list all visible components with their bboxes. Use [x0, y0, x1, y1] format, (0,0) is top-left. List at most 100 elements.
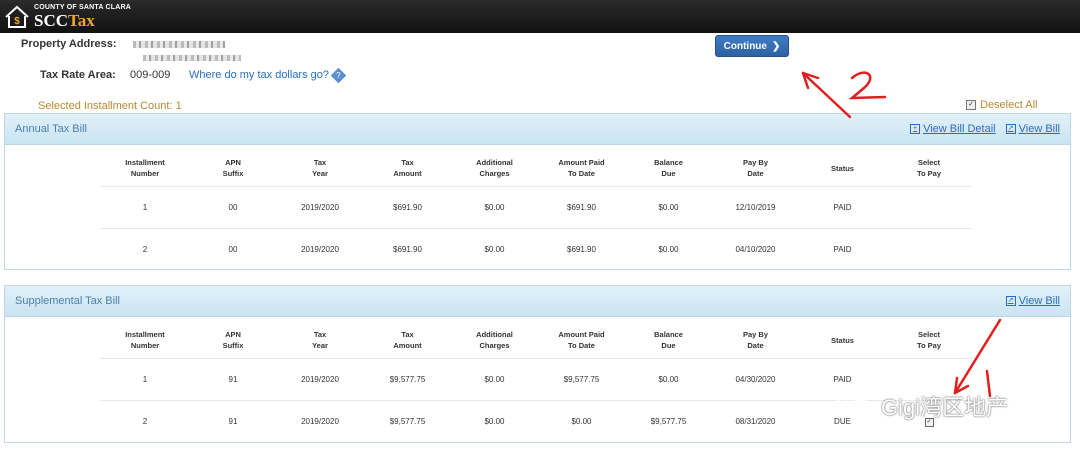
cell-installment: 2	[100, 228, 190, 270]
supplemental-panel-title: Supplemental Tax Bill	[15, 295, 120, 307]
table-row: 2 00 2019/2020 $691.90 $0.00 $691.90 $0.00 04/1…	[100, 228, 972, 270]
cell-amount: $9,577.75	[364, 400, 451, 442]
supplemental-bill-table: Installment Number APN Suffix Tax Year Tax Amou…	[100, 322, 972, 442]
cell-balance: $0.00	[625, 186, 712, 229]
column-header: Tax Year	[312, 330, 328, 350]
cell-apn: 91	[190, 400, 276, 442]
watermark-text: Gigi湾区地产	[881, 395, 1009, 420]
column-header: Installment Number	[125, 330, 165, 350]
column-header: Status	[831, 163, 854, 173]
column-header: APN Suffix	[222, 158, 244, 178]
cell-installment: 1	[100, 358, 190, 401]
cell-amount: $691.90	[364, 228, 451, 270]
cell-installment: 1	[100, 186, 190, 229]
cell-charges: $0.00	[451, 186, 538, 229]
view-bill-detail-link[interactable]: + View Bill Detail	[910, 123, 996, 135]
column-header: Select To Pay	[916, 330, 942, 350]
tax-rate-area-label: Tax Rate Area:	[40, 69, 116, 81]
column-header: Tax Year	[312, 158, 328, 178]
cell-installment: 2	[100, 400, 190, 442]
cell-apn: 00	[190, 186, 276, 229]
tax-dollars-link-text: Where do my tax dollars go?	[189, 69, 330, 81]
watermark: Gigi湾区地产	[835, 390, 1008, 422]
annual-panel-header: Annual Tax Bill + View Bill Detail ↗ View …	[5, 114, 1070, 145]
cell-paid: $691.90	[538, 228, 625, 270]
tax-dollars-link[interactable]: Where do my tax dollars go??	[189, 67, 347, 83]
cell-charges: $0.00	[451, 358, 538, 401]
cell-balance: $0.00	[625, 358, 712, 401]
cell-status: PAID	[799, 186, 886, 229]
column-header: Installment Number	[125, 158, 165, 178]
property-address-redacted-line2	[143, 55, 241, 61]
deselect-all-label: Deselect All	[980, 99, 1038, 111]
annual-tax-bill-panel: Annual Tax Bill + View Bill Detail ↗ View …	[4, 113, 1071, 270]
cell-pay-by: 04/10/2020	[712, 228, 799, 270]
table-row: 1 00 2019/2020 $691.90 $0.00 $691.90 $0.00 12/1…	[100, 186, 972, 229]
chevron-right-icon: ❯	[771, 40, 781, 52]
column-header: Select To Pay	[916, 158, 942, 178]
cell-select-to-pay	[886, 186, 972, 229]
cell-balance: $9,577.75	[625, 400, 712, 442]
cell-apn: 91	[190, 358, 276, 401]
svg-text:$: $	[14, 16, 20, 27]
cell-amount: $691.90	[364, 186, 451, 229]
cell-year: 2019/2020	[276, 228, 364, 270]
cell-balance: $0.00	[625, 228, 712, 270]
deselect-all-checkbox[interactable]: ✓	[966, 100, 976, 110]
house-dollar-icon: $	[5, 5, 29, 28]
cell-paid: $9,577.75	[538, 358, 625, 401]
table-header-row: Installment Number APN Suffix Tax Year Tax Amou…	[100, 150, 972, 187]
continue-label: Continue	[723, 40, 767, 52]
column-header: Amount Paid To Date	[558, 158, 605, 178]
cell-paid: $0.00	[538, 400, 625, 442]
supplemental-view-bill-link[interactable]: ↗ View Bill	[1005, 295, 1060, 307]
property-address-redacted	[133, 41, 225, 48]
cell-pay-by: 08/31/2020	[712, 400, 799, 442]
mark-2-stroke	[848, 71, 887, 100]
column-header: Balance Due	[654, 330, 683, 350]
annual-bill-table: Installment Number APN Suffix Tax Year Tax Amou…	[100, 150, 972, 270]
tax-rate-area-value: 009-009	[130, 69, 171, 81]
help-icon[interactable]: ?	[330, 67, 347, 83]
brand-name: SCCTax	[34, 11, 95, 30]
arrow-head-continue	[801, 71, 820, 90]
annual-view-bill-link[interactable]: ↗ View Bill	[1005, 123, 1060, 135]
cell-charges: $0.00	[451, 400, 538, 442]
cell-charges: $0.00	[451, 228, 538, 270]
cell-apn: 00	[190, 228, 276, 270]
scctax-logo[interactable]: $ COUNTY OF SANTA CLARA SCCTax	[4, 4, 131, 29]
property-address-label: Property Address:	[21, 38, 117, 50]
column-header: APN Suffix	[222, 330, 244, 350]
cell-paid: $691.90	[538, 186, 625, 229]
column-header: Additional Charges	[476, 330, 513, 350]
column-header: Additional Charges	[476, 158, 513, 178]
arrow-to-continue	[801, 71, 852, 119]
continue-button[interactable]: Continue ❯	[715, 35, 789, 57]
annual-panel-title: Annual Tax Bill	[15, 123, 87, 135]
cell-year: 2019/2020	[276, 400, 364, 442]
supplemental-panel-header: Supplemental Tax Bill ↗ View Bill	[5, 286, 1070, 317]
cell-year: 2019/2020	[276, 358, 364, 401]
cell-select-to-pay	[886, 228, 972, 270]
table-header-row: Installment Number APN Suffix Tax Year Tax Amou…	[100, 322, 972, 359]
column-header: Pay By Date	[742, 330, 769, 350]
deselect-all[interactable]: ✓ Deselect All	[966, 99, 1037, 111]
county-name: COUNTY OF SANTA CLARA	[34, 4, 132, 11]
document-icon: ↗	[1005, 296, 1016, 306]
cell-status: PAID	[799, 228, 886, 270]
plus-box-icon: +	[910, 124, 921, 134]
cell-pay-by: 12/10/2019	[712, 186, 799, 229]
cell-pay-by: 04/30/2020	[712, 358, 799, 401]
column-header: Pay By Date	[742, 158, 769, 178]
column-header: Tax Amount	[393, 330, 422, 350]
selected-installment-count: Selected Installment Count: 1	[38, 100, 182, 112]
column-header: Amount Paid To Date	[558, 330, 605, 350]
column-header: Status	[831, 335, 854, 345]
cell-year: 2019/2020	[276, 186, 364, 229]
column-header: Balance Due	[654, 158, 683, 178]
wechat-logo-icon	[835, 392, 874, 419]
document-icon: ↗	[1005, 124, 1016, 134]
top-bar: $ COUNTY OF SANTA CLARA SCCTax	[0, 0, 1080, 33]
column-header: Tax Amount	[393, 158, 422, 178]
cell-amount: $9,577.75	[364, 358, 451, 401]
